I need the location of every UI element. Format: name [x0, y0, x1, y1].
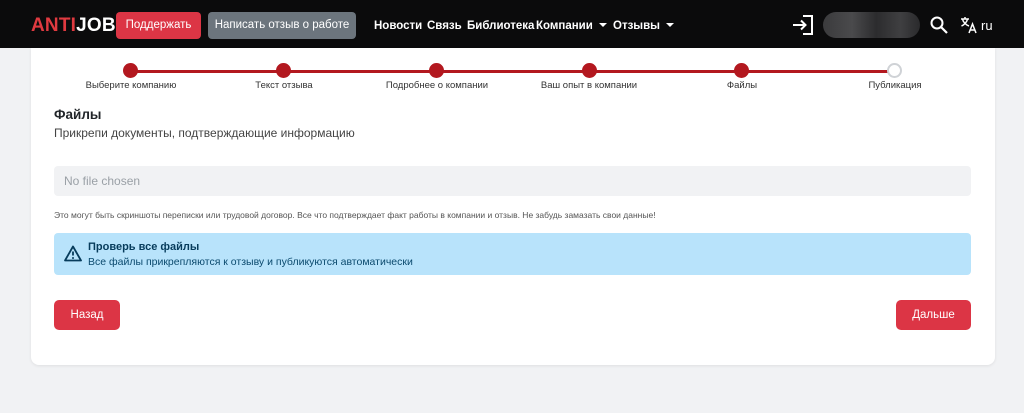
step-label-2: Текст отзыва	[255, 80, 313, 91]
user-profile-blurred[interactable]	[823, 12, 920, 38]
nav-reviews-label: Отзывы	[613, 20, 661, 32]
alert-text: Все файлы прикрепляются к отзыву и публи…	[88, 256, 413, 268]
step-dot-2	[276, 63, 291, 78]
logo-job: JOB	[76, 15, 116, 36]
stepper-track	[130, 70, 894, 73]
section-subtitle: Прикрепи документы, подтверждающие инфор…	[54, 126, 355, 140]
step-label-4: Ваш опыт в компании	[540, 80, 638, 91]
login-icon[interactable]	[792, 15, 814, 35]
step-label-3: Подробнее о компании	[385, 80, 489, 91]
logo[interactable]: ANTIJOB	[31, 15, 116, 37]
nav-news[interactable]: Новости	[374, 19, 422, 33]
nav-companies-dropdown[interactable]: Компании	[536, 19, 607, 33]
chevron-down-icon	[666, 23, 675, 27]
search-icon[interactable]	[930, 16, 948, 34]
nav-reviews-dropdown[interactable]: Отзывы	[613, 19, 675, 33]
upload-hint: Это могут быть скриншоты переписки или т…	[54, 210, 656, 220]
chevron-down-icon	[598, 23, 607, 27]
step-label-1: Выберите компанию	[85, 80, 177, 91]
warning-icon	[64, 245, 82, 262]
info-alert: Проверь все файлы Все файлы прикрепляютс…	[54, 233, 971, 275]
language-label: ru	[981, 18, 993, 33]
translate-icon	[961, 17, 977, 34]
support-button[interactable]: Поддержать	[116, 12, 201, 39]
file-upload-input[interactable]: No file chosen	[54, 166, 971, 196]
back-button[interactable]: Назад	[54, 300, 120, 330]
top-navbar: ANTIJOB Поддержать Написать отзыв о рабо…	[0, 0, 1024, 48]
logo-anti: ANTI	[31, 15, 77, 36]
step-dot-6	[887, 63, 902, 78]
review-form-card	[31, 48, 995, 365]
next-button[interactable]: Дальше	[896, 300, 971, 330]
write-review-button[interactable]: Написать отзыв о работе	[208, 12, 356, 39]
nav-contact[interactable]: Связь	[427, 19, 462, 33]
section-title: Файлы	[54, 107, 102, 122]
nav-library[interactable]: Библиотека	[467, 19, 534, 33]
alert-title: Проверь все файлы	[88, 241, 200, 253]
nav-companies-label: Компании	[536, 20, 593, 32]
step-dot-4	[582, 63, 597, 78]
step-dot-1	[123, 63, 138, 78]
step-label-5: Файлы	[726, 80, 758, 91]
step-dot-5	[734, 63, 749, 78]
step-label-6: Публикация	[868, 80, 922, 91]
step-dot-3	[429, 63, 444, 78]
